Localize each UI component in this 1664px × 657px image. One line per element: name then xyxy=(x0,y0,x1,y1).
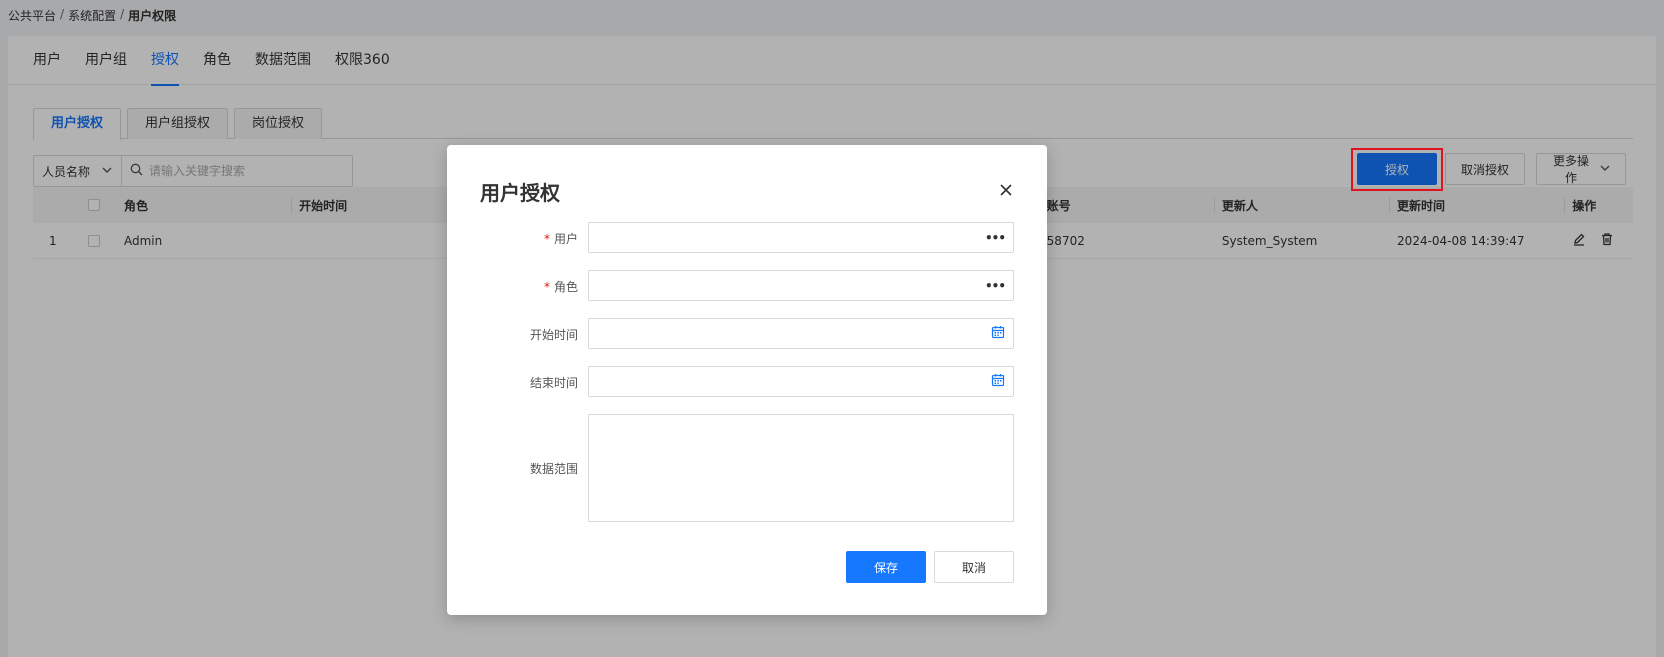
cancel-button[interactable]: 取消 xyxy=(934,551,1014,583)
user-label: * 用户 xyxy=(507,230,578,247)
end-time-label: 结束时间 xyxy=(529,376,578,390)
end-time-field[interactable] xyxy=(588,366,1014,397)
close-icon[interactable] xyxy=(997,181,1015,199)
required-mark: * xyxy=(543,280,550,294)
more-dots-icon[interactable]: ••• xyxy=(985,231,1006,245)
calendar-icon[interactable] xyxy=(991,373,1005,391)
role-label: * 角色 xyxy=(507,278,578,295)
calendar-icon[interactable] xyxy=(991,325,1005,343)
more-dots-icon[interactable]: ••• xyxy=(985,279,1006,293)
data-scope-textarea[interactable] xyxy=(588,414,1014,522)
save-button[interactable]: 保存 xyxy=(846,551,926,583)
required-mark: * xyxy=(543,232,550,246)
start-time-label: 开始时间 xyxy=(529,328,578,342)
start-time-field[interactable] xyxy=(588,318,1014,349)
data-scope-label: 数据范围 xyxy=(529,462,578,476)
role-label-text: 角色 xyxy=(553,280,578,294)
user-grant-dialog: 用户授权 * 用户 ••• * 角色 ••• 开始时间 结束时间 数据范围 保存… xyxy=(447,145,1047,615)
dialog-title: 用户授权 xyxy=(480,181,560,205)
user-field[interactable]: ••• xyxy=(588,222,1014,253)
user-label-text: 用户 xyxy=(553,232,578,246)
role-field[interactable]: ••• xyxy=(588,270,1014,301)
